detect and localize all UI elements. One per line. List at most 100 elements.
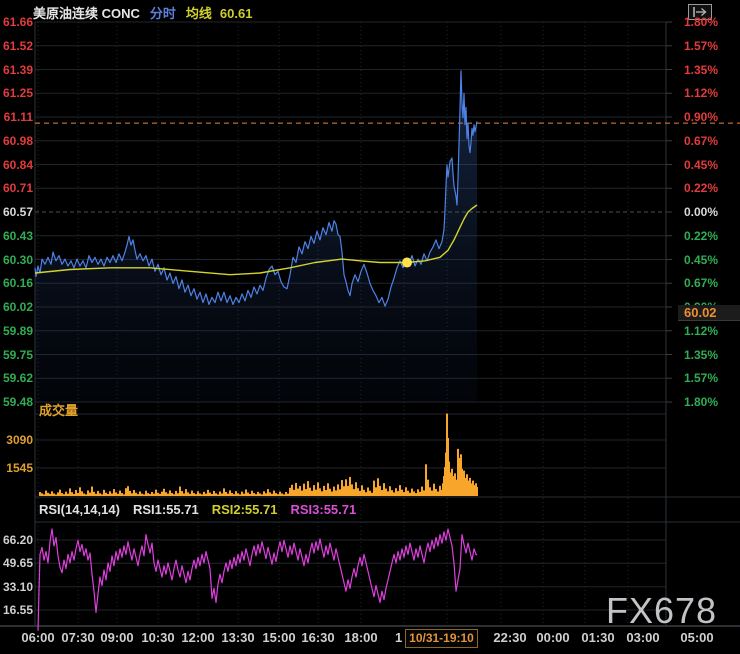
- volume-bar: [437, 491, 439, 496]
- volume-bar: [93, 492, 95, 496]
- percent-axis-label: 1.35%: [684, 348, 740, 362]
- volume-bar: [229, 490, 231, 496]
- volume-bar: [109, 491, 111, 496]
- volume-bar: [323, 486, 325, 496]
- volume-bar: [203, 492, 205, 496]
- price-axis-label: 59.75: [0, 348, 33, 362]
- price-axis-label: 60.16: [0, 276, 33, 290]
- volume-bar: [399, 485, 401, 496]
- intraday-chart-window: 美原油连续 CONC分时均线60.61 61.6661.5261.3961.25…: [0, 0, 740, 654]
- volume-bar: [297, 489, 299, 496]
- volume-bar: [139, 491, 141, 496]
- volume-bar: [155, 490, 157, 496]
- instrument-title: 美原油连续 CONC: [33, 6, 140, 21]
- volume-bar: [365, 492, 367, 496]
- volume-bar: [173, 494, 175, 496]
- volume-bar: [393, 492, 395, 496]
- tab-intraday[interactable]: 分时: [150, 6, 176, 21]
- volume-bar: [145, 491, 147, 496]
- volume-bar: [287, 494, 289, 496]
- volume-bar: [71, 492, 73, 496]
- volume-bar: [193, 493, 195, 496]
- volume-bar: [357, 488, 359, 496]
- volume-bar: [269, 492, 271, 496]
- volume-bar: [363, 490, 365, 496]
- price-axis-label: 60.43: [0, 229, 33, 243]
- crosshair-ma-dot: [402, 258, 412, 268]
- volume-bar: [331, 491, 333, 496]
- volume-bar: [309, 488, 311, 496]
- price-area-fill: [35, 71, 477, 402]
- percent-axis-label: 0.00%: [684, 205, 740, 219]
- volume-bar: [305, 489, 307, 496]
- volume-bar: [179, 487, 181, 496]
- volume-bar: [355, 482, 357, 496]
- volume-bar: [157, 493, 159, 496]
- volume-bar: [75, 490, 77, 496]
- volume-bar: [411, 489, 413, 496]
- volume-bar: [161, 492, 163, 496]
- volume-bar: [165, 492, 167, 496]
- volume-bar: [421, 487, 423, 496]
- watermark: FX678: [606, 590, 717, 632]
- volume-bar: [95, 494, 97, 496]
- volume-bar: [345, 479, 347, 496]
- ma-legend-label[interactable]: 均线: [186, 6, 212, 21]
- volume-bar: [83, 493, 85, 496]
- volume-bar: [263, 491, 265, 496]
- volume-bar: [125, 488, 127, 496]
- volume-bar: [205, 494, 207, 496]
- volume-bar: [49, 494, 51, 496]
- volume-bar: [427, 480, 429, 496]
- volume-bar: [171, 493, 173, 496]
- percent-axis-label: 0.45%: [684, 158, 740, 172]
- volume-bar: [353, 489, 355, 496]
- volume-bar: [87, 490, 89, 496]
- volume-bar: [299, 486, 301, 496]
- volume-bar: [57, 492, 59, 496]
- rsi-param-label[interactable]: RSI(14,14,14): [39, 502, 120, 517]
- time-label: 18:00: [333, 630, 389, 645]
- volume-bar: [137, 494, 139, 496]
- volume-bar: [221, 493, 223, 496]
- volume-bar: [225, 492, 227, 496]
- volume-bar: [133, 490, 135, 496]
- volume-bar: [329, 489, 331, 496]
- volume-bar: [333, 487, 335, 496]
- price-axis-label: 61.11: [0, 110, 33, 124]
- volume-bar: [123, 494, 125, 496]
- volume-bar: [271, 494, 273, 496]
- volume-bar: [313, 485, 315, 496]
- volume-bar: [253, 493, 255, 496]
- volume-bar: [111, 493, 113, 496]
- volume-bar: [239, 494, 241, 496]
- volume-bar: [183, 493, 185, 496]
- volume-bar: [417, 489, 419, 496]
- volume-bar: [291, 485, 293, 496]
- volume-bar: [303, 484, 305, 496]
- volume-bar: [319, 488, 321, 496]
- price-axis-label: 60.84: [0, 158, 33, 172]
- volume-bar: [175, 491, 177, 496]
- volume-bar: [367, 487, 369, 496]
- volume-bar: [387, 491, 389, 496]
- volume-bar: [259, 493, 261, 496]
- volume-bar: [85, 494, 87, 496]
- volume-bar: [211, 494, 213, 496]
- volume-bar: [433, 484, 435, 496]
- percent-axis-label: 0.90%: [684, 110, 740, 124]
- percent-axis-label: 1.80%: [684, 15, 740, 29]
- time-label: 05:00: [669, 630, 725, 645]
- volume-bar: [275, 493, 277, 496]
- volume-bar: [403, 492, 405, 496]
- volume-bar: [215, 493, 217, 496]
- volume-bar: [261, 494, 263, 496]
- time-label: 03:00: [615, 630, 671, 645]
- volume-bar: [69, 488, 71, 496]
- volume-bar: [369, 491, 371, 496]
- percent-axis-label: 1.80%: [684, 395, 740, 409]
- volume-bar: [91, 487, 93, 496]
- volume-bar: [335, 490, 337, 496]
- volume-bar: [431, 491, 433, 496]
- volume-bar: [391, 490, 393, 496]
